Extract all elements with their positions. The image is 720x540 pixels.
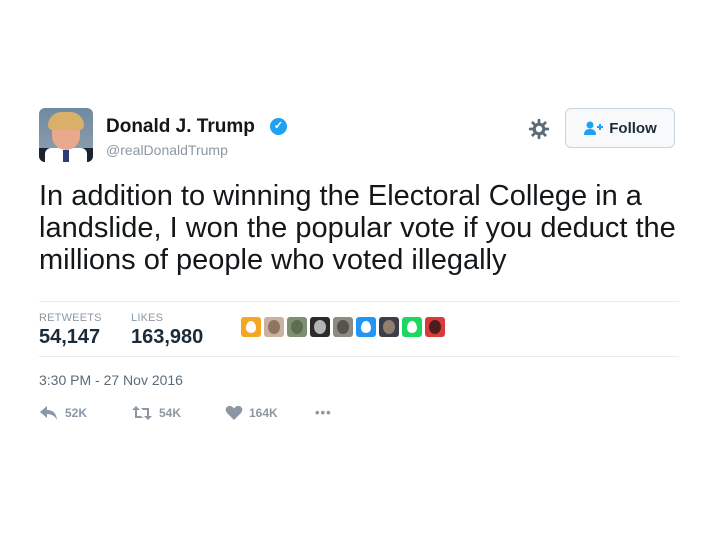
likes-label: LIKES [131,312,164,324]
retweet-icon [132,406,152,420]
gear-icon[interactable] [528,118,550,140]
author-avatar[interactable] [39,108,93,162]
retweets-label: RETWEETS [39,312,102,324]
verified-badge-icon: ✓ [270,118,287,135]
liker-avatar[interactable] [425,317,445,337]
liker-avatar[interactable] [310,317,330,337]
liker-avatar[interactable] [379,317,399,337]
liker-avatar[interactable] [264,317,284,337]
retweet-count: 54K [159,406,182,420]
tweet-card: Donald J. Trump ✓ @realDonaldTrump Follo… [0,0,720,540]
like-count: 164K [249,406,278,420]
follow-button-label: Follow [609,119,657,137]
divider [39,301,679,302]
liker-avatars [241,317,445,337]
reply-button[interactable]: 52K [39,405,87,421]
liker-avatar[interactable] [287,317,307,337]
divider [39,356,679,357]
retweets-count[interactable]: 54,147 [39,326,100,349]
reply-count: 52K [65,406,88,420]
like-button[interactable]: 164K [225,405,278,421]
add-user-icon [584,121,604,135]
default-avatar-icon[interactable] [402,317,422,337]
tweet-text: In addition to winning the Electoral Col… [39,180,676,276]
likes-count[interactable]: 163,980 [131,326,203,349]
heart-icon [225,405,243,420]
reply-icon [40,406,57,420]
follow-button[interactable]: Follow [565,108,675,148]
default-avatar-icon[interactable] [241,317,261,337]
author-handle[interactable]: @realDonaldTrump [106,142,228,158]
liker-avatar[interactable] [333,317,353,337]
tweet-timestamp[interactable]: 3:30 PM - 27 Nov 2016 [39,372,183,388]
more-icon: ••• [315,405,332,420]
more-options-button[interactable]: ••• [315,405,332,420]
default-avatar-icon[interactable] [356,317,376,337]
retweet-button[interactable]: 54K [131,405,181,421]
author-name[interactable]: Donald J. Trump [106,116,255,138]
